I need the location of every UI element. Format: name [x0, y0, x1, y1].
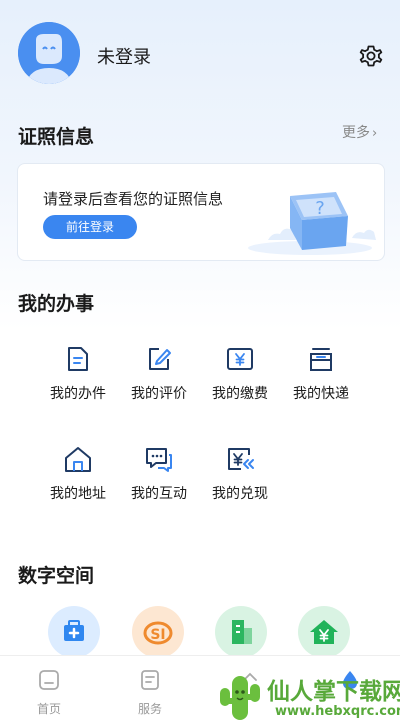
login-status[interactable]: 未登录 [97, 43, 151, 69]
affair-label: 我的互动 [131, 486, 187, 502]
building-icon[interactable] [215, 606, 267, 658]
tab-label: 首页 [36, 702, 61, 716]
watermark-text: 仙人掌下载网 [267, 679, 400, 705]
housing-fund-icon[interactable] [298, 606, 350, 658]
affairs-title: 我的办事 [18, 293, 95, 315]
medical-kit-icon[interactable] [48, 606, 100, 658]
user-avatar-icon[interactable] [18, 22, 80, 84]
social-security-icon[interactable]: SI [132, 606, 184, 658]
svg-text:?: ? [315, 198, 325, 219]
document-icon [68, 347, 88, 371]
profile-header: 未登录 [0, 0, 400, 110]
certificates-title: 证照信息 [18, 126, 95, 148]
tab-label: 服务 [137, 702, 162, 716]
affair-label: 我的办件 [50, 386, 106, 402]
affair-item-reviews[interactable]: 我的评价 [119, 345, 199, 415]
empty-box-icon: ? [248, 192, 376, 255]
chevron-right-icon: › [372, 126, 378, 141]
digital-space-title: 数字空间 [18, 565, 95, 587]
yuan-payment-icon [227, 348, 253, 370]
affair-item-cashout[interactable]: 我的兑现 [200, 445, 280, 515]
tab-service[interactable]: 服务 [120, 668, 180, 717]
edit-icon [149, 348, 171, 370]
affair-item-documents[interactable]: 我的办件 [38, 345, 118, 415]
home-icon [65, 447, 91, 472]
yuan-cash-icon [228, 448, 254, 470]
tab-home[interactable]: 首页 [19, 668, 79, 717]
more-link[interactable]: 更多 › [342, 122, 377, 142]
watermark: 仙人掌下载网 www.hebxqrc.com [215, 668, 400, 725]
affair-item-address[interactable]: 我的地址 [38, 445, 118, 515]
watermark-url: www.hebxqrc.com [275, 704, 400, 719]
affair-item-interactions[interactable]: 我的互动 [119, 445, 199, 515]
more-label: 更多 [342, 125, 370, 141]
chat-icon [146, 448, 172, 472]
certificates-prompt: 请登录后查看您的证照信息 [43, 190, 224, 208]
home-tab-icon [39, 670, 59, 690]
gear-icon[interactable] [357, 42, 385, 70]
certificates-card: 请登录后查看您的证照信息 前往登录 ? [17, 163, 385, 261]
affair-label: 我的评价 [131, 386, 187, 402]
affair-item-payments[interactable]: 我的缴费 [200, 345, 280, 415]
svg-text:SI: SI [150, 627, 165, 643]
affair-label: 我的地址 [50, 486, 106, 502]
affair-item-delivery[interactable]: 我的快递 [281, 345, 361, 415]
package-icon [310, 348, 332, 371]
service-tab-icon [141, 670, 159, 690]
affair-label: 我的快递 [293, 386, 349, 402]
cactus-logo-icon [220, 676, 260, 720]
affair-label: 我的兑现 [212, 486, 268, 502]
go-login-button[interactable]: 前往登录 [43, 215, 137, 239]
affair-label: 我的缴费 [212, 386, 268, 402]
